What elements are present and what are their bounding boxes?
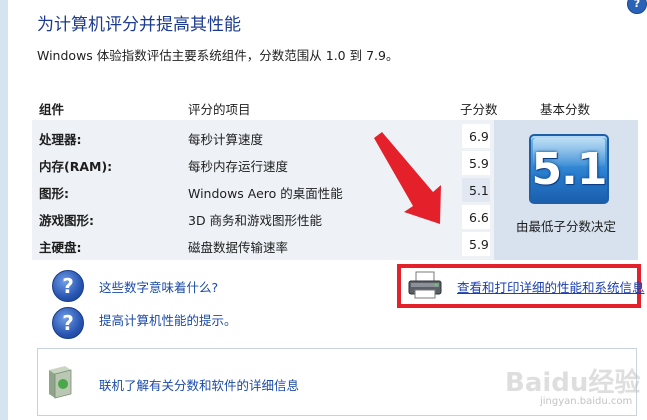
- page-title: 为计算机评分并提高其性能: [37, 15, 241, 35]
- baidu-watermark: Baidu经验: [505, 368, 641, 398]
- printer-icon[interactable]: [407, 270, 443, 300]
- red-arrow-annotation: [374, 132, 441, 224]
- help-icon[interactable]: ?: [627, 0, 647, 14]
- row-item-graphics: Windows Aero 的桌面性能: [188, 186, 343, 201]
- header-item: 评分的项目: [188, 102, 251, 117]
- row-component-graphics: 图形:: [39, 186, 69, 201]
- row-item-primary-disk: 磁盘数据传输速率: [188, 240, 289, 255]
- row-component-memory: 内存(RAM):: [39, 159, 113, 174]
- header-base-score: 基本分数: [540, 102, 591, 117]
- header-component: 组件: [39, 102, 65, 117]
- software-box-icon: [49, 366, 72, 399]
- row-subscore-processor: 6.9: [469, 129, 489, 144]
- score-table: 组件 评分的项目 子分数 基本分数 处理器: 每秒计算速度 6.9 内存(RAM…: [32, 90, 638, 260]
- header-subscore: 子分数: [460, 102, 498, 117]
- what-numbers-mean-link[interactable]: 这些数字意味着什么?: [99, 277, 218, 296]
- row-item-gaming-graphics: 3D 商务和游戏图形性能: [188, 213, 323, 228]
- row-subscore-graphics: 5.1: [469, 183, 489, 198]
- row-item-memory: 每秒内存运行速度: [188, 159, 289, 174]
- print-details-link[interactable]: 查看和打印详细的性能和系统信息: [457, 277, 645, 296]
- row-component-primary-disk: 主硬盘:: [39, 240, 82, 255]
- baidu-watermark-url: jingyan.baidu.com: [540, 396, 633, 407]
- base-score-caption: 由最低子分数决定: [515, 219, 616, 234]
- base-score-badge: 5.1: [529, 134, 609, 204]
- online-info-link[interactable]: 联机了解有关分数和软件的详细信息: [99, 375, 299, 394]
- question-circle-icon[interactable]: ?: [52, 270, 84, 302]
- row-component-processor: 处理器:: [39, 132, 82, 147]
- base-score-value: 5.1: [531, 144, 608, 195]
- row-subscore-gaming-graphics: 6.6: [469, 210, 489, 225]
- row-item-processor: 每秒计算速度: [188, 132, 264, 147]
- score-table-header: 组件 评分的项目 子分数 基本分数: [32, 90, 637, 120]
- performance-tips-link[interactable]: 提高计算机性能的提示。: [99, 310, 237, 329]
- window-left-border: [0, 0, 8, 420]
- row-subscore-memory: 5.9: [469, 156, 489, 171]
- row-component-gaming-graphics: 游戏图形:: [39, 213, 94, 228]
- page-subtitle: Windows 体验指数评估主要系统组件，分数范围从 1.0 到 7.9。: [37, 48, 399, 63]
- row-subscore-primary-disk: 5.9: [469, 237, 489, 252]
- question-circle-icon[interactable]: ?: [52, 307, 84, 339]
